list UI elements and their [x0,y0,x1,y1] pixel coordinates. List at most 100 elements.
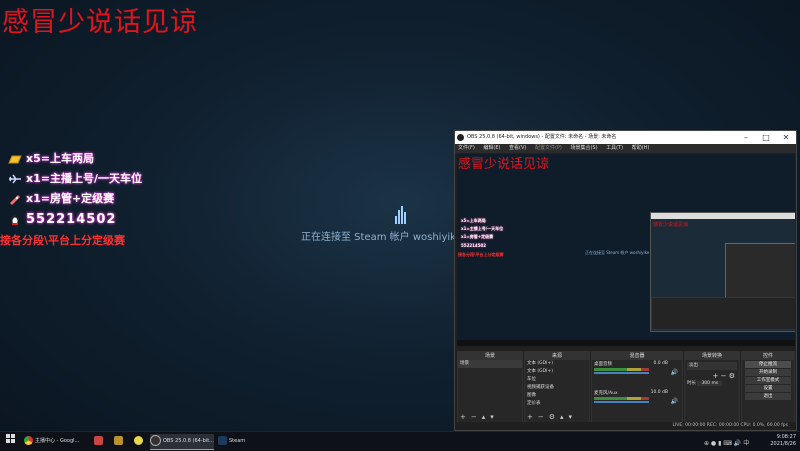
add-icon[interactable]: + [460,413,466,421]
maximize-icon[interactable]: □ [756,131,776,144]
taskbar-clock[interactable]: 9:08:27 2021/8/26 [770,434,796,448]
minimize-icon[interactable]: – [736,131,756,144]
preview-steam-status: 正在连接至 Steam 帐户 woshiyike [585,250,650,255]
rule-text: x5=上车两局 [26,152,94,165]
windows-icon [6,434,15,443]
taskbar-chrome[interactable]: 主播中心 - Googl... [24,434,88,449]
source-item[interactable]: 文本 (GDI+) [525,368,589,376]
transition-select[interactable]: 淡出 [687,362,737,370]
system-tray[interactable]: ⊕ ● ▮ ⌨ 🔊 中 [704,438,749,447]
source-item[interactable]: 文本 (GDI+) [525,360,589,368]
taskbar-label: OBS 25.0.8 (64-bit... [163,438,214,444]
add-icon[interactable]: + [527,413,533,421]
source-item[interactable]: 视频捕获设备 [525,384,589,392]
channel-db: 0.0 dB [653,361,668,366]
source-item[interactable]: 定价表 [525,400,589,408]
clock-time: 9:08:27 [776,434,796,440]
preview-headline: 感冒少说话见谅 [458,157,550,172]
rocket-icon [8,193,22,205]
transition-tools: + − ⚙ [685,372,739,380]
mixer-channel: 麦克风/Aux 10.0 dB 🔊 [592,389,682,408]
volume-meter [594,368,649,371]
close-icon[interactable]: ✕ [776,131,796,144]
windows-taskbar: 主播中心 - Googl... OBS 25.0.8 (64-bit... St… [0,431,800,451]
obs-logo-icon [457,134,464,141]
taskbar-app-2[interactable] [114,434,125,449]
rule-text: x1=房管+定级赛 [26,192,115,205]
duration-row: 时长 300 ms [685,380,739,388]
start-recording-button[interactable]: 开始录制 [745,369,791,376]
menu-tools[interactable]: 工具(T) [606,145,623,151]
gold-bar-icon [8,153,22,165]
speaker-icon[interactable]: 🔊 [671,398,678,405]
menu-view[interactable]: 查看(V) [509,145,526,151]
remove-icon[interactable]: − [538,413,544,421]
add-icon[interactable]: + [713,372,719,380]
obs-statusbar: LIVE: 00:00:00 REC: 00:00:00 CPU: 0.0%, … [455,422,796,430]
menu-scene-collection[interactable]: 场景集合(S) [570,145,597,151]
gear-icon[interactable]: ⚙ [729,372,735,380]
preview-rule-1: x5=上车两局 [461,218,486,223]
channel-db: 10.0 dB [650,390,668,395]
rule-line-2: x1=主播上号/一天车位 [8,170,142,186]
sources-title: 来源 [525,352,589,360]
scene-item[interactable]: 场景 [458,360,522,368]
volume-meter [594,397,649,400]
app-icon-1 [94,436,103,445]
rule-line-3: x1=房管+定级赛 [8,190,114,206]
app-icon-2 [114,436,123,445]
down-icon[interactable]: ▾ [490,413,494,421]
volume-slider[interactable] [594,372,649,374]
menu-edit[interactable]: 编辑(E) [483,145,500,151]
menu-help[interactable]: 帮助(H) [632,145,650,151]
scenes-toolbar: + − ▴ ▾ [460,413,499,421]
taskbar-label: Steam [229,438,246,444]
remove-icon[interactable]: − [471,413,477,421]
menu-profile[interactable]: 配置文件(P) [535,145,562,151]
chrome-icon [24,436,33,445]
obs-titlebar[interactable]: OBS 25.0.8 (64-bit, windows) - 配置文件: 未命名… [455,131,796,144]
taskbar-obs[interactable]: OBS 25.0.8 (64-bit... [150,434,214,450]
nested-headline: 感冒少说话见谅 [653,222,689,228]
up-icon[interactable]: ▴ [482,413,486,421]
sources-dock: 来源 文本 (GDI+) 文本 (GDI+) 车位 视频捕获设备 图像 定价表 … [524,351,590,424]
taskbar-steam[interactable]: Steam [218,434,258,449]
obs-menubar: 文件(F) 编辑(E) 查看(V) 配置文件(P) 场景集合(S) 工具(T) … [455,144,796,153]
settings-button[interactable]: 设置 [745,385,791,392]
remove-icon[interactable]: − [721,372,727,380]
down-icon[interactable]: ▾ [569,413,573,421]
volume-slider[interactable] [594,401,649,403]
source-item[interactable]: 车位 [525,376,589,384]
gear-icon[interactable]: ⚙ [549,413,555,421]
source-item[interactable]: 图像 [525,392,589,400]
sources-toolbar: + − ⚙ ▴ ▾ [527,413,577,421]
preview-taskbar [457,340,795,346]
speaker-icon[interactable]: 🔊 [671,369,678,376]
menu-file[interactable]: 文件(F) [458,145,475,151]
start-button[interactable] [6,434,16,449]
scenes-title: 场景 [458,352,522,360]
taskbar-label: 主播中心 - Googl... [35,438,80,444]
preview-note: 接各分段\平台上分定级赛 [458,252,504,257]
taskbar-app-3[interactable] [134,434,145,449]
nested-obs-preview: 感冒少说话见谅 [650,212,795,332]
duration-input[interactable]: 300 ms [697,381,723,386]
stop-streaming-button[interactable]: 停止推流 [745,361,791,368]
transitions-dock: 场景转换 淡出 + − ⚙ 时长 300 ms [684,351,740,424]
obs-docks: 场景 场景 + − ▴ ▾ 来源 文本 (GDI+) 文本 (GDI+) 车位 视频捕… [457,351,795,424]
studio-mode-button[interactable]: 工作室模式 [745,377,791,384]
taskbar-app-1[interactable] [94,434,105,449]
up-icon[interactable]: ▴ [560,413,564,421]
duration-label: 时长 [687,381,696,386]
scenes-dock: 场景 场景 + − ▴ ▾ [457,351,523,424]
steam-loading-icon [395,205,407,224]
mixer-dock: 混音器 桌面音频 0.0 dB 🔊 麦克风/Aux 10.0 dB 🔊 [591,351,683,424]
channel-name: 桌面音频 [594,362,612,367]
obs-icon [150,435,161,446]
rule-line-1: x5=上车两局 [8,150,94,166]
qq-number: 552214502 [26,212,117,227]
controls-dock: 控件 停止推流 开始录制 工作室模式 设置 退出 [741,351,795,424]
obs-preview[interactable]: 感冒少说话见谅 x5=上车两局 x1=主播上号/一天车位 x1=房管+定级赛 5… [457,154,795,346]
app-icon-3 [134,436,143,445]
exit-button[interactable]: 退出 [745,393,791,400]
